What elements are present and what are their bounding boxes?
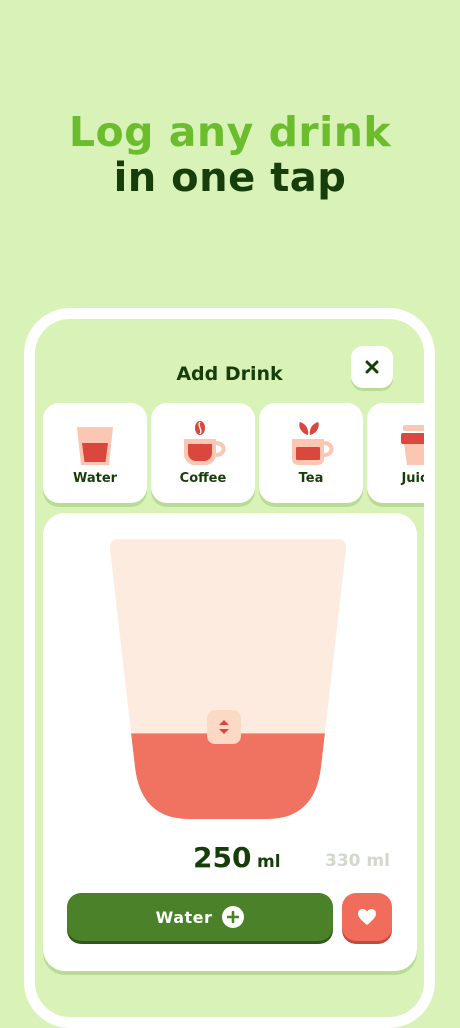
- drink-label: Tea: [298, 471, 324, 486]
- drink-type-list: Water Coffee Tea Juice: [43, 403, 435, 507]
- drink-label: Juice: [401, 471, 435, 486]
- amount-unit: ml: [257, 852, 281, 872]
- heart-icon: [358, 909, 376, 925]
- close-icon: [365, 360, 379, 374]
- drink-option-juice[interactable]: Juice: [367, 403, 435, 503]
- close-button[interactable]: [351, 346, 393, 388]
- drink-option-tea[interactable]: Tea: [259, 403, 363, 503]
- headline-line-1: Log any drink: [68, 108, 392, 156]
- plus-icon: [222, 906, 245, 928]
- water-glass-icon: [77, 427, 113, 465]
- amount-drag-handle[interactable]: [207, 710, 241, 744]
- drink-option-coffee[interactable]: Coffee: [151, 403, 255, 503]
- coffee-cup-icon: [184, 421, 226, 465]
- amount-value: 250 ml: [193, 841, 281, 874]
- phone-frame: Add Drink Water Coffee Tea Juice 250 ml …: [24, 308, 435, 1028]
- log-drink-button[interactable]: Water: [67, 893, 333, 941]
- log-drink-label: Water: [155, 907, 213, 927]
- headline-line-2: in one tap: [113, 155, 347, 201]
- cup-liquid-level: [109, 733, 347, 819]
- amount-number: 250: [193, 841, 252, 874]
- juice-cup-icon: [401, 425, 424, 465]
- favorite-button[interactable]: [342, 893, 392, 941]
- drink-label: Water: [72, 471, 118, 486]
- cup-fill-visual: [109, 539, 347, 819]
- alternate-amount[interactable]: 330 ml: [325, 851, 390, 871]
- amount-card: 250 ml 330 ml Water: [43, 513, 417, 971]
- up-down-arrows-icon: [219, 720, 229, 734]
- tea-cup-icon: [292, 422, 334, 465]
- drink-label: Coffee: [179, 471, 227, 486]
- drink-option-water[interactable]: Water: [43, 403, 147, 503]
